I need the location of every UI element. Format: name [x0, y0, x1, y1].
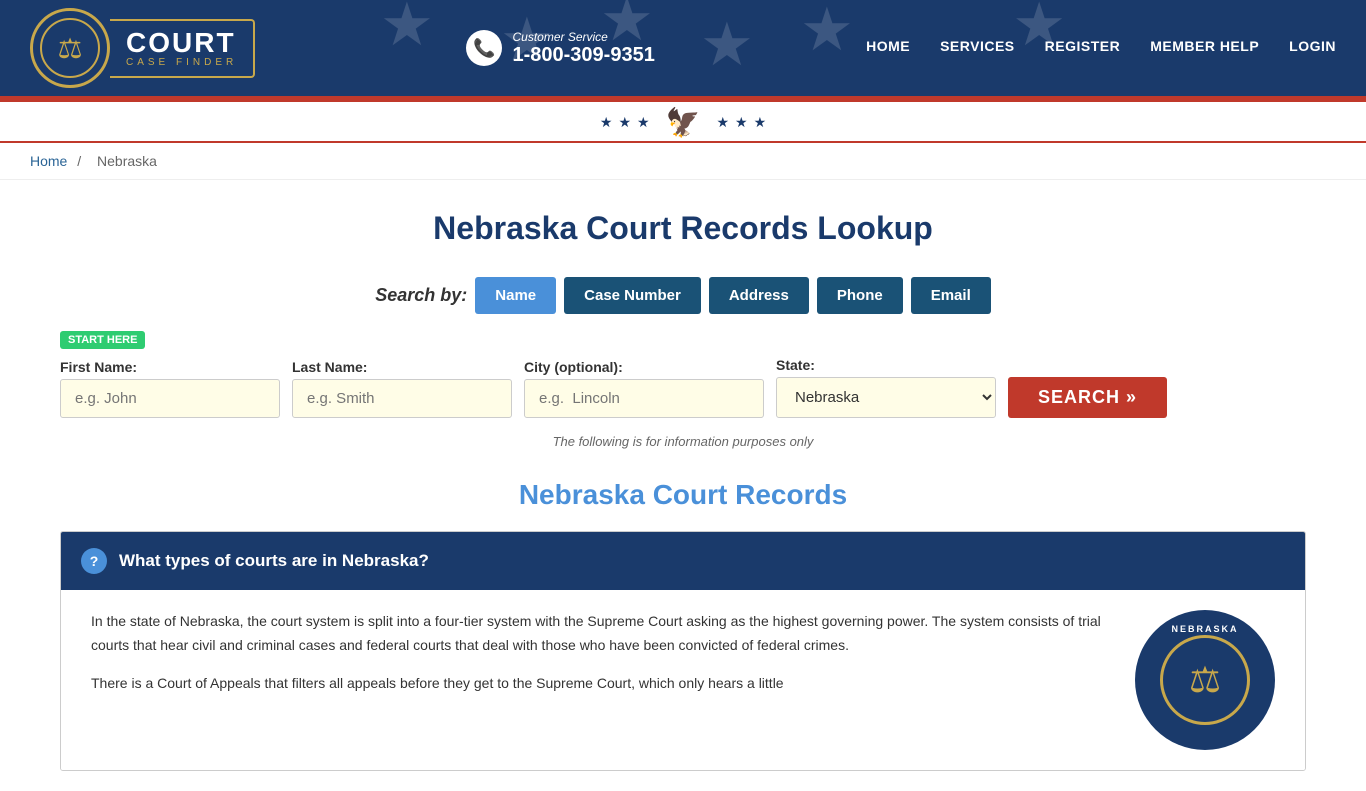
nav-register[interactable]: REGISTER	[1045, 38, 1121, 58]
nav-login[interactable]: LOGIN	[1289, 38, 1336, 58]
city-group: City (optional):	[524, 359, 764, 418]
cs-label: Customer Service	[512, 30, 654, 44]
accordion-para-2: There is a Court of Appeals that filters…	[91, 672, 1115, 696]
search-button[interactable]: SEARCH »	[1008, 377, 1167, 418]
logo-court-text: COURT	[126, 29, 237, 57]
nav-member-help[interactable]: MEMBER HELP	[1150, 38, 1259, 58]
search-form-area: START HERE First Name: Last Name: City (…	[60, 330, 1306, 418]
stars-right: ★ ★ ★	[716, 114, 766, 131]
breadcrumb-separator: /	[77, 153, 81, 169]
eagle-area: ★ ★ ★ 🦅 ★ ★ ★	[600, 106, 766, 139]
accordion-header-text: What types of courts are in Nebraska?	[119, 551, 429, 571]
disclaimer-text: The following is for information purpose…	[60, 434, 1306, 449]
main-nav: HOME SERVICES REGISTER MEMBER HELP LOGIN	[866, 38, 1336, 58]
logo-text: COURT CASE FINDER	[110, 19, 255, 78]
accordion-text: In the state of Nebraska, the court syst…	[91, 610, 1115, 750]
state-group: State: Nebraska	[776, 357, 996, 418]
city-label: City (optional):	[524, 359, 764, 375]
search-by-label: Search by:	[375, 285, 467, 306]
tab-address[interactable]: Address	[709, 277, 809, 314]
logo-sub-text: CASE FINDER	[126, 57, 237, 68]
scales-icon: ⚖	[57, 32, 82, 65]
tab-name[interactable]: Name	[475, 277, 556, 314]
question-icon: ?	[81, 548, 107, 574]
breadcrumb: Home / Nebraska	[0, 143, 1366, 180]
accordion: ? What types of courts are in Nebraska? …	[60, 531, 1306, 771]
last-name-group: Last Name:	[292, 359, 512, 418]
phone-icon: 📞	[466, 30, 502, 66]
cs-phone: 1-800-309-9351	[512, 44, 654, 67]
eagle-icon: 🦅	[666, 106, 701, 139]
cs-text: Customer Service 1-800-309-9351	[512, 30, 654, 67]
tab-case-number[interactable]: Case Number	[564, 277, 701, 314]
first-name-group: First Name:	[60, 359, 280, 418]
last-name-label: Last Name:	[292, 359, 512, 375]
logo-icon: ⚖	[40, 18, 100, 78]
customer-service: 📞 Customer Service 1-800-309-9351	[466, 30, 654, 67]
seal-inner: ⚖	[1160, 635, 1250, 725]
main-content: Nebraska Court Records Lookup Search by:…	[0, 180, 1366, 791]
nebraska-seal: NEBRASKA ⚖	[1135, 610, 1275, 750]
logo-circle: ⚖	[30, 8, 110, 88]
search-by-row: Search by: Name Case Number Address Phon…	[60, 277, 1306, 314]
eagle-banner: ★ ★ ★ 🦅 ★ ★ ★	[0, 102, 1366, 143]
seal-scales-icon: ⚖	[1189, 659, 1221, 701]
state-label: State:	[776, 357, 996, 373]
breadcrumb-current: Nebraska	[97, 153, 157, 169]
stars-left: ★ ★ ★	[600, 114, 650, 131]
bg-star-5: ★	[800, 0, 854, 65]
start-here-badge: START HERE	[60, 331, 145, 349]
first-name-label: First Name:	[60, 359, 280, 375]
seal-text: NEBRASKA	[1145, 624, 1265, 634]
accordion-para-1: In the state of Nebraska, the court syst…	[91, 610, 1115, 658]
form-row: First Name: Last Name: City (optional): …	[60, 357, 1306, 418]
first-name-input[interactable]	[60, 379, 280, 418]
tab-phone[interactable]: Phone	[817, 277, 903, 314]
accordion-body: In the state of Nebraska, the court syst…	[61, 590, 1305, 770]
logo: ⚖ COURT CASE FINDER	[30, 8, 255, 88]
nav-home[interactable]: HOME	[866, 38, 910, 58]
bg-star-1: ★	[380, 0, 434, 60]
site-header: ★ ★ ★ ★ ★ ★ ⚖ COURT CASE FINDER 📞 Custom…	[0, 0, 1366, 96]
state-select[interactable]: Nebraska	[776, 377, 996, 418]
city-input[interactable]	[524, 379, 764, 418]
breadcrumb-home[interactable]: Home	[30, 153, 67, 169]
bg-star-4: ★	[700, 10, 754, 80]
section-title: Nebraska Court Records	[60, 479, 1306, 511]
page-title: Nebraska Court Records Lookup	[60, 210, 1306, 247]
last-name-input[interactable]	[292, 379, 512, 418]
nav-services[interactable]: SERVICES	[940, 38, 1015, 58]
tab-email[interactable]: Email	[911, 277, 991, 314]
accordion-header[interactable]: ? What types of courts are in Nebraska?	[61, 532, 1305, 590]
